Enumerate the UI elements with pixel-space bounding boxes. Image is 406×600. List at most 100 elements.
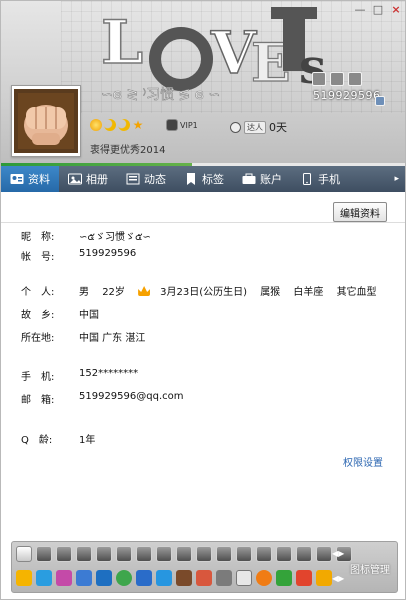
edit-profile-button[interactable]: 编辑资料: [333, 202, 387, 222]
clock-icon: [230, 121, 241, 133]
copy-icon[interactable]: [375, 96, 385, 106]
personal-label: 个 人:: [21, 287, 55, 298]
gem-icon[interactable]: [236, 546, 252, 562]
mail-icon[interactable]: [330, 72, 344, 86]
photo-icon[interactable]: [56, 570, 72, 586]
nickname-label: 昵 称:: [21, 232, 55, 243]
row-account: 帐 号: 519929596: [21, 248, 136, 263]
online-tag: 达人: [244, 120, 266, 134]
profile-tabs: 资料 相册 动态 标签 账户 手机 ▸: [1, 166, 405, 192]
photo-album-icon: [68, 173, 82, 185]
game-center-icon[interactable]: [316, 570, 332, 586]
music-icon[interactable]: [276, 546, 292, 562]
online-days-value: 0天: [269, 121, 287, 134]
profile-content: 编辑资料 昵 称: ∽๕ゞ习惯ゞ๕∽ 帐 号: 519929596 个 人: 男…: [1, 192, 405, 533]
star-icon[interactable]: [16, 570, 32, 586]
email-label: 邮 箱:: [21, 395, 55, 406]
tab-profile[interactable]: 资料: [1, 166, 59, 192]
icon-row-bottom: [16, 570, 332, 586]
location-value: 中国 广东 湛江: [79, 333, 146, 344]
tab-tags[interactable]: 标签: [175, 166, 233, 192]
shield-icon[interactable]: [196, 546, 212, 562]
row-email: 邮 箱: 519929596@qq.com: [21, 391, 184, 406]
qq-level-icons[interactable]: ★: [90, 119, 144, 131]
penguin-icon[interactable]: [76, 546, 92, 562]
app-icon[interactable]: [296, 570, 312, 586]
maximize-button[interactable]: □: [371, 3, 385, 17]
minimize-button[interactable]: —: [353, 3, 367, 17]
location-label: 所在地:: [21, 333, 55, 344]
row-personal: 个 人: 男 22岁 3月23日(公历生日) 属猴 白羊座 其它血型: [21, 283, 387, 298]
tab-photo-album[interactable]: 相册: [59, 166, 117, 192]
cow-icon[interactable]: [216, 570, 232, 586]
clover-icon[interactable]: [276, 570, 292, 586]
gender-value: 男: [79, 287, 89, 298]
music-icon[interactable]: [348, 72, 362, 86]
puzzle-icon[interactable]: [156, 546, 172, 562]
pet-game-icon[interactable]: [196, 570, 212, 586]
security-icon[interactable]: [156, 570, 172, 586]
chat-icon[interactable]: [216, 546, 232, 562]
tab-phone[interactable]: 手机: [291, 166, 349, 192]
tabs-scroll-right-icon[interactable]: ▸: [394, 174, 399, 184]
blood-type-value: 其它血型: [336, 287, 377, 298]
tab-label: 资料: [28, 173, 50, 186]
crystal-icon[interactable]: [316, 546, 332, 562]
svg-text:∽ɞ ≷ ⁾习惯 ≶ ɞ ∽: ∽ɞ ≷ ⁾习惯 ≶ ɞ ∽: [101, 86, 220, 103]
mail-icon[interactable]: [96, 570, 112, 586]
row-bottom-arrows-icon[interactable]: ◀▶: [332, 574, 344, 583]
vip-label: VIP1: [180, 120, 198, 130]
tab-label: 账户: [260, 173, 282, 186]
divider: [1, 222, 405, 223]
qage-label: Q 龄:: [21, 435, 53, 446]
gem-outline-icon[interactable]: [256, 546, 272, 562]
heart-outline-icon[interactable]: [56, 546, 72, 562]
tab-label: 标签: [202, 173, 224, 186]
graduation-icon[interactable]: [136, 570, 152, 586]
email-value: 519929596@qq.com: [79, 391, 184, 402]
icon-manage-link[interactable]: 图标管理: [350, 561, 390, 576]
avatar[interactable]: [11, 85, 81, 157]
permissions-link[interactable]: 权限设置: [343, 454, 383, 469]
smiley-icon[interactable]: [116, 570, 132, 586]
hometown-label: 故 乡:: [21, 310, 55, 321]
row-top-arrows-icon[interactable]: ◀▶: [332, 549, 344, 558]
video-icon[interactable]: [76, 570, 92, 586]
qq-show-icon[interactable]: [36, 570, 52, 586]
moon-icon: [104, 119, 116, 131]
heart-icon[interactable]: [36, 546, 52, 562]
close-button[interactable]: ×: [389, 3, 403, 17]
vip-icon: [166, 119, 178, 131]
qzone-icon[interactable]: [312, 72, 326, 86]
diamond-icon[interactable]: [96, 546, 112, 562]
qq-number: 519929596: [313, 89, 381, 102]
vip-badge[interactable]: VIP1: [166, 119, 198, 131]
tower-icon[interactable]: [116, 546, 132, 562]
icon-row-top: [16, 546, 352, 562]
tab-account[interactable]: 账户: [233, 166, 291, 192]
brilliant-icon[interactable]: [296, 546, 312, 562]
tab-label: 动态: [144, 173, 166, 186]
wallet-icon: [242, 173, 256, 185]
orange-circle-icon[interactable]: [256, 570, 272, 586]
sun-icon: [90, 119, 102, 131]
svg-text:L: L: [101, 8, 143, 78]
tab-feed[interactable]: 动态: [117, 166, 175, 192]
game-icon[interactable]: [136, 546, 152, 562]
account-label: 帐 号:: [21, 252, 55, 263]
card-icon[interactable]: [16, 546, 32, 562]
phone-value: 152********: [79, 368, 139, 379]
tab-label: 相册: [86, 173, 108, 186]
window-controls: — □ ×: [353, 3, 403, 17]
account-value: 519929596: [79, 248, 137, 259]
hometown-value: 中国: [79, 310, 99, 321]
envelope-icon[interactable]: [236, 570, 252, 586]
row-phone: 手 机: 152********: [21, 368, 138, 383]
pet-icon[interactable]: [176, 546, 192, 562]
signature[interactable]: 衷得更优秀2014: [90, 141, 165, 156]
personal-value: 男 22岁 3月23日(公历生日) 属猴 白羊座 其它血型: [79, 283, 387, 298]
farm-icon[interactable]: [176, 570, 192, 586]
svg-text:s: s: [299, 39, 326, 95]
profile-window: L V E s ∽ɞ ≷ ⁾习惯 ≶ ɞ ∽ — □ × 519929596 ★…: [0, 0, 406, 600]
star-icon: ★: [132, 118, 144, 132]
